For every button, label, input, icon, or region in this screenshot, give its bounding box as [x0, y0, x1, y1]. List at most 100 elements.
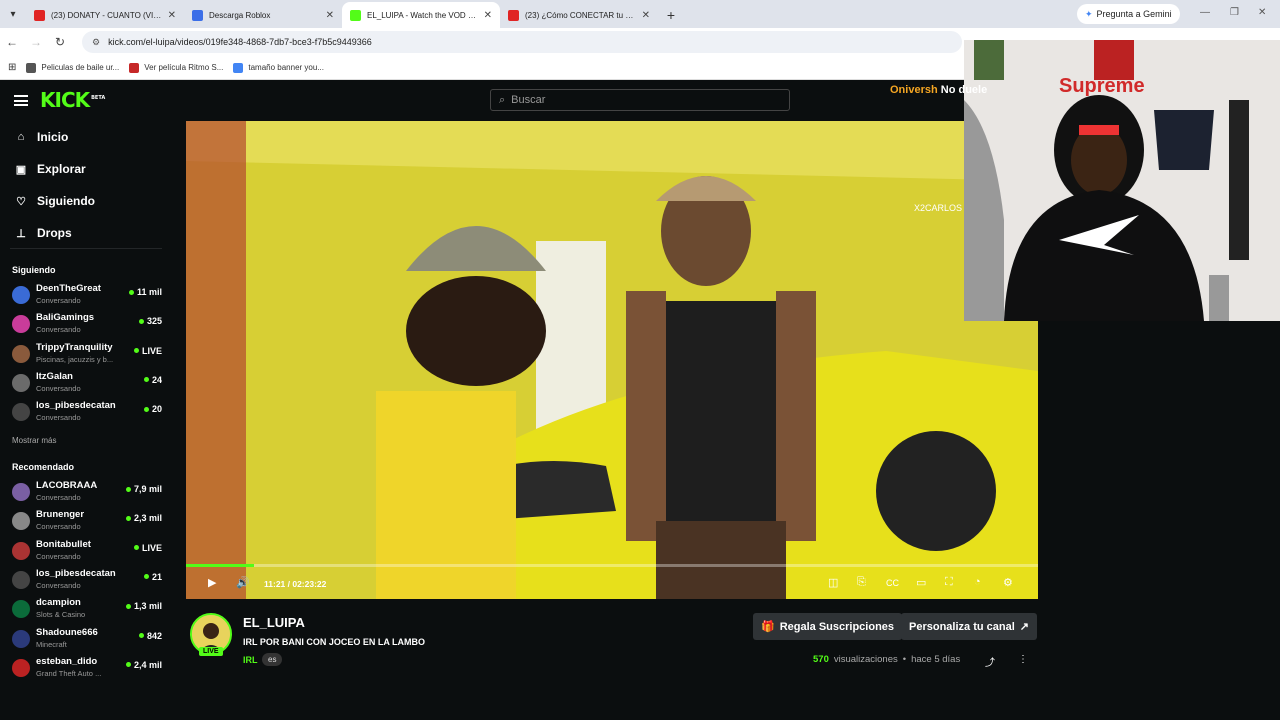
google-icon	[233, 62, 244, 73]
channel-category: Conversando	[36, 493, 81, 502]
forward-icon[interactable]: →	[24, 35, 48, 49]
minimize-icon[interactable]: —	[1200, 7, 1210, 18]
close-tab-icon[interactable]: ✕	[326, 10, 334, 21]
video-player[interactable]: X2CARLOS	[186, 121, 1038, 599]
supreme-text: Supreme	[1059, 75, 1145, 97]
close-tab-icon[interactable]: ✕	[484, 10, 492, 21]
channel-row[interactable]: dcampion Slots & Casino 1,3 mil	[12, 595, 162, 623]
bookmark-item[interactable]: tamaño banner you...	[233, 62, 324, 73]
browser-tab[interactable]: (23) ¿Cómo CONECTAR tu CÁMA✕	[500, 2, 658, 28]
browser-tab[interactable]: Descarga Roblox ✕	[184, 2, 342, 28]
channel-category: Conversando	[36, 551, 81, 561]
kick-logo[interactable]: KICK BETA	[40, 88, 105, 112]
viewer-count: LIVE	[133, 346, 162, 356]
channel-category: Slots & Casino	[36, 610, 86, 620]
tab-search-icon[interactable]: ▾	[0, 0, 26, 28]
channel-row[interactable]: los_pibesdecatan Conversando 21	[12, 566, 162, 594]
viewer-count: 20	[143, 404, 162, 414]
close-tab-icon[interactable]: ✕	[168, 10, 176, 21]
bookmark-icon	[26, 62, 37, 73]
search-input[interactable]: ⌕ Buscar	[490, 89, 790, 111]
channel-avatar	[12, 373, 30, 392]
menu-icon[interactable]	[14, 95, 28, 106]
theater-icon[interactable]: ▭	[916, 576, 926, 589]
volume-icon[interactable]: 🔊	[236, 576, 250, 589]
viewer-count-text: 842	[146, 630, 162, 641]
browser-tab[interactable]: (23) DONATY - CUANTO (VIDEO ✕	[26, 2, 184, 28]
new-tab-button[interactable]: +	[658, 2, 684, 28]
channel-row[interactable]: esteban_dido Grand Theft Auto ... 2,4 mil	[12, 654, 162, 682]
category-link[interactable]: IRL	[243, 655, 258, 665]
maximize-icon[interactable]: ❐	[1230, 7, 1239, 18]
channel-avatar	[12, 344, 30, 363]
clip-icon[interactable]: ⎘	[857, 576, 866, 589]
viewer-count: 325	[138, 316, 162, 326]
browser-tab-active[interactable]: EL_LUIPA - Watch the VOD on K ✕	[342, 2, 500, 28]
progress-bar[interactable]	[186, 564, 1038, 567]
channel-name[interactable]: EL_LUIPA	[243, 615, 305, 630]
nav-drops[interactable]: ⊥ Drops	[15, 226, 71, 240]
share-icon[interactable]: ⤴	[985, 654, 995, 669]
close-window-icon[interactable]: ✕	[1258, 7, 1266, 18]
speed-icon[interactable]: ◔	[974, 576, 981, 588]
live-dot-icon	[125, 515, 131, 521]
live-dot-icon	[133, 348, 139, 354]
channel-row[interactable]: TrippyTranquility Piscinas, jacuzzis y b.…	[12, 340, 162, 368]
viewer-count: 2,3 mil	[125, 513, 162, 523]
channel-name: Bonitabullet	[36, 538, 91, 550]
bookmark-item[interactable]: Peliculas de baile ur...	[26, 62, 119, 73]
language-tag[interactable]: es	[262, 653, 283, 666]
fullscreen-icon[interactable]: ⛶	[945, 576, 953, 589]
nav-siguiendo[interactable]: ♡ Siguiendo	[15, 194, 95, 208]
reload-icon[interactable]: ↻	[48, 35, 72, 49]
channel-row[interactable]: Bonitabullet Conversando LIVE	[12, 537, 162, 565]
channel-row[interactable]: los_pibesdecatan Conversando 20	[12, 398, 162, 426]
viewer-count-text: 7,9 mil	[133, 484, 162, 494]
channel-row[interactable]: Brunenger Conversando 2,3 mil	[12, 507, 162, 535]
live-dot-icon	[138, 318, 144, 324]
gemini-button[interactable]: ✦ Pregunta a Gemini	[1077, 4, 1180, 24]
channel-avatar	[12, 658, 30, 677]
play-icon[interactable]: ▶	[208, 576, 216, 589]
nav-inicio[interactable]: ⌂ Inicio	[15, 130, 69, 144]
back-icon[interactable]: ←	[0, 35, 24, 49]
channel-name: DeenTheGreat	[36, 283, 101, 294]
more-options-icon[interactable]: ⋮	[1018, 654, 1028, 665]
roblox-icon	[192, 9, 203, 21]
time-display: 11:21 / 02:23:22	[264, 579, 327, 589]
captions-icon[interactable]: CC	[886, 578, 899, 588]
close-tab-icon[interactable]: ✕	[642, 10, 650, 21]
channel-row[interactable]: Shadoune666 Minecraft 842	[12, 625, 162, 653]
channel-name: los_pibesdecatan	[36, 400, 116, 412]
url-field[interactable]: ⚙ kick.com/el-luipa/videos/019fe348-4868-…	[82, 31, 962, 53]
site-info-icon[interactable]: ⚙	[92, 37, 100, 48]
youtube-icon	[508, 9, 519, 21]
channel-name: esteban_dido	[36, 655, 98, 667]
viewer-count: 2,4 mil	[125, 660, 162, 670]
live-dot-icon	[138, 633, 144, 638]
channel-row[interactable]: DeenTheGreat Conversando 11 mil	[12, 281, 162, 309]
channel-row[interactable]: LACOBRAAA Conversando 7,9 mil	[12, 478, 162, 506]
miniplayer-icon[interactable]: ◫	[828, 576, 838, 589]
channel-category: Conversando	[36, 413, 81, 423]
channel-row[interactable]: BaliGamings Conversando 325	[12, 310, 162, 338]
youtube-icon	[34, 9, 45, 21]
drops-icon: ⊥	[16, 227, 26, 240]
live-dot-icon	[133, 545, 139, 551]
show-more-link[interactable]: Mostrar más	[12, 436, 56, 445]
channel-avatar	[12, 315, 30, 334]
viewer-count-text: LIVE	[141, 542, 162, 553]
live-dot-icon	[128, 289, 134, 295]
channel-avatar	[12, 403, 30, 422]
channel-name: BaliGamings	[36, 312, 95, 324]
settings-icon[interactable]: ⚙	[1003, 576, 1013, 589]
apps-icon[interactable]: ⊞	[8, 62, 16, 73]
stream-title: IRL POR BANI CON JOCEO EN LA LAMBO	[243, 637, 426, 647]
customize-channel-button[interactable]: Personaliza tu canal ↗	[901, 613, 1037, 640]
gift-subs-button[interactable]: 🎁 Regala Suscripciones	[753, 613, 903, 640]
bookmark-item[interactable]: Ver película Ritmo S...	[129, 62, 223, 73]
channel-row[interactable]: ItzGalan Conversando 24	[12, 369, 162, 397]
channel-avatar	[12, 570, 30, 589]
kick-icon	[350, 9, 361, 21]
nav-explorar[interactable]: ▣ Explorar	[15, 162, 86, 176]
